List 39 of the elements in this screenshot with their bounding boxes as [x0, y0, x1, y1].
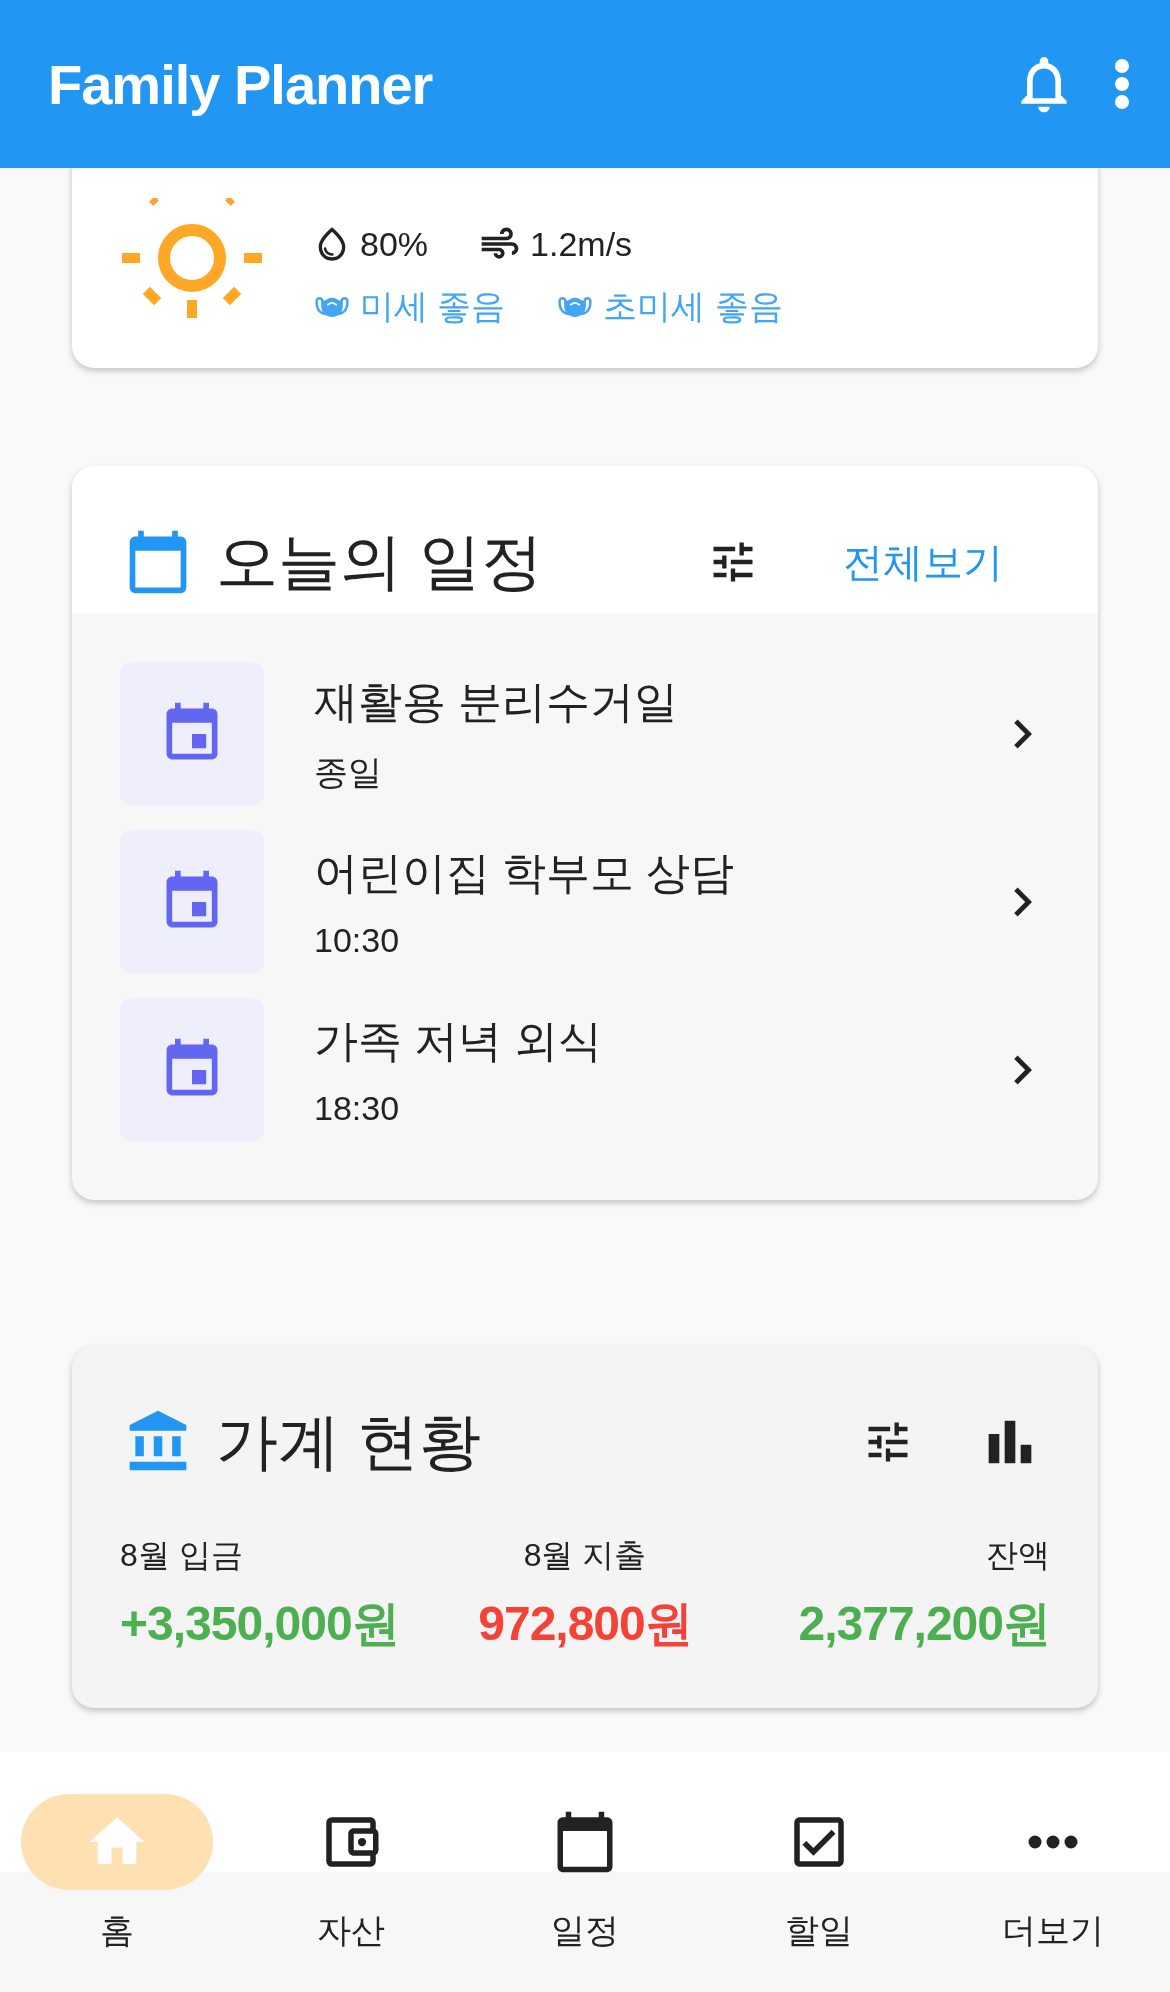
- app-title: Family Planner: [48, 51, 434, 117]
- schedule-item[interactable]: 재활용 분리수거일 종일: [120, 662, 1098, 806]
- nav-tab[interactable]: 일정: [468, 1752, 702, 1992]
- event-time: 종일: [314, 751, 383, 793]
- nav-label: 일정: [551, 1910, 619, 1951]
- schedule-item[interactable]: 어린이집 학부모 상담 10:30: [120, 830, 1098, 974]
- nav-tab[interactable]: 더보기: [936, 1752, 1170, 1992]
- nav-label: 자산: [317, 1910, 385, 1951]
- nav-tab[interactable]: 홈: [0, 1752, 234, 1992]
- chevron-right-icon: [1014, 1055, 1032, 1085]
- wind-text: 1.2m/s: [530, 224, 633, 264]
- schedule-item[interactable]: 가족 저녁 외식 18:30: [120, 998, 1098, 1142]
- chevron-right-icon: [1014, 719, 1032, 749]
- nav-label: 홈: [100, 1910, 134, 1951]
- menu-button[interactable]: [1114, 58, 1130, 110]
- nav-label: 할일: [785, 1910, 853, 1951]
- event-title: 재활용 분리수거일: [314, 675, 680, 728]
- stat-label: 잔액: [986, 1536, 1050, 1575]
- stat-label: 8월 지출: [523, 1536, 647, 1575]
- stat-value: +3,350,000원: [120, 1596, 399, 1652]
- stat-value: 972,800원: [478, 1596, 692, 1652]
- event-title: 어린이집 학부모 상담: [314, 847, 736, 899]
- chevron-right-icon: [1014, 887, 1032, 917]
- stat-label: 8월 입금: [120, 1536, 243, 1575]
- air-quality-text: 미세 좋음: [360, 286, 506, 327]
- card-title: 가계 현황: [216, 1406, 483, 1478]
- stat-value: 2,377,200원: [798, 1596, 1050, 1652]
- nav-tab[interactable]: 할일: [702, 1752, 936, 1992]
- more-icon: [1114, 58, 1130, 110]
- more-icon: [1028, 1835, 1078, 1849]
- humidity-text: 80%: [360, 224, 429, 264]
- nav-label: 더보기: [1002, 1910, 1104, 1951]
- event-time: 18:30: [314, 1089, 401, 1128]
- air-quality-text: 초미세 좋음: [603, 286, 783, 327]
- event-title: 가족 저녁 외식: [314, 1015, 604, 1067]
- card-title: 오늘의 일정: [216, 526, 545, 598]
- nav-tab[interactable]: 자산: [234, 1752, 468, 1992]
- sun-icon: [122, 198, 262, 318]
- event-time: 10:30: [314, 921, 401, 960]
